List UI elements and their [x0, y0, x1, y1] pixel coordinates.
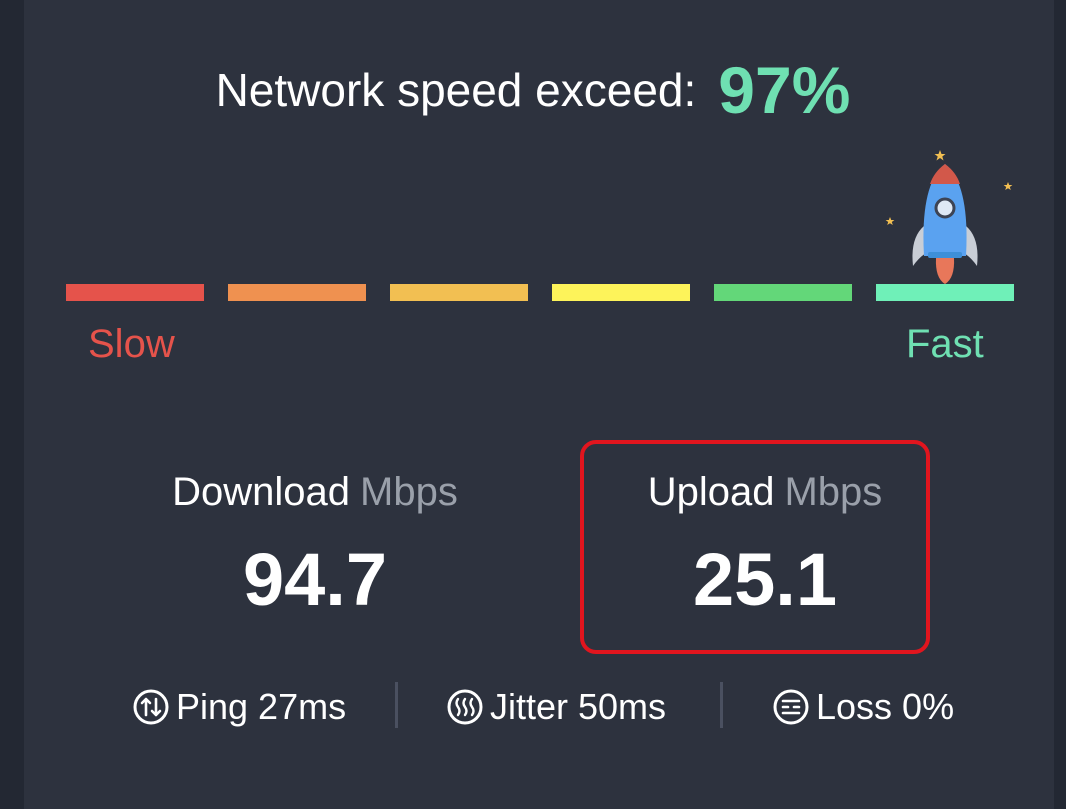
scale-segment-5 [714, 284, 852, 301]
jitter-icon [447, 689, 483, 725]
download-unit: Mbps [360, 470, 458, 514]
slow-label: Slow [88, 322, 175, 366]
loss-label: Loss 0% [816, 686, 955, 727]
jitter-label: Jitter 50ms [490, 686, 667, 727]
ping-metric: Ping 27ms [132, 682, 346, 732]
headline-label: Network speed exceed: [215, 64, 697, 116]
scale-segment-3 [390, 284, 528, 301]
upload-value: 25.1 [692, 538, 838, 621]
download-title: Download Mbps [120, 470, 510, 515]
scale-segment-2 [228, 284, 366, 301]
speed-headline: Network speed exceed: 97% [0, 52, 1066, 128]
upload-unit: Mbps [784, 470, 883, 514]
metric-divider-1 [395, 682, 398, 728]
upload-stat: Upload Mbps 25.1 [570, 470, 960, 622]
fast-label: Fast [906, 322, 984, 366]
jitter-metric: Jitter 50ms [446, 682, 666, 732]
upload-label: Upload [647, 470, 775, 514]
loss-icon [773, 689, 809, 725]
metric-divider-2 [720, 682, 723, 728]
scale-segment-1 [66, 284, 204, 301]
rocket-icon [885, 150, 1013, 284]
loss-metric: Loss 0% [772, 682, 954, 732]
download-stat: Download Mbps 94.7 [120, 470, 510, 622]
metrics-row: Ping 27ms Jitter 50ms Loss 0% [0, 682, 1066, 732]
ping-label: Ping 27ms [176, 686, 347, 727]
scale-segment-4 [552, 284, 690, 301]
speed-percent: 97% [718, 53, 851, 127]
download-value: 94.7 [242, 538, 388, 621]
download-label: Download [172, 470, 351, 514]
upload-title: Upload Mbps [570, 470, 960, 515]
ping-icon [133, 689, 169, 725]
